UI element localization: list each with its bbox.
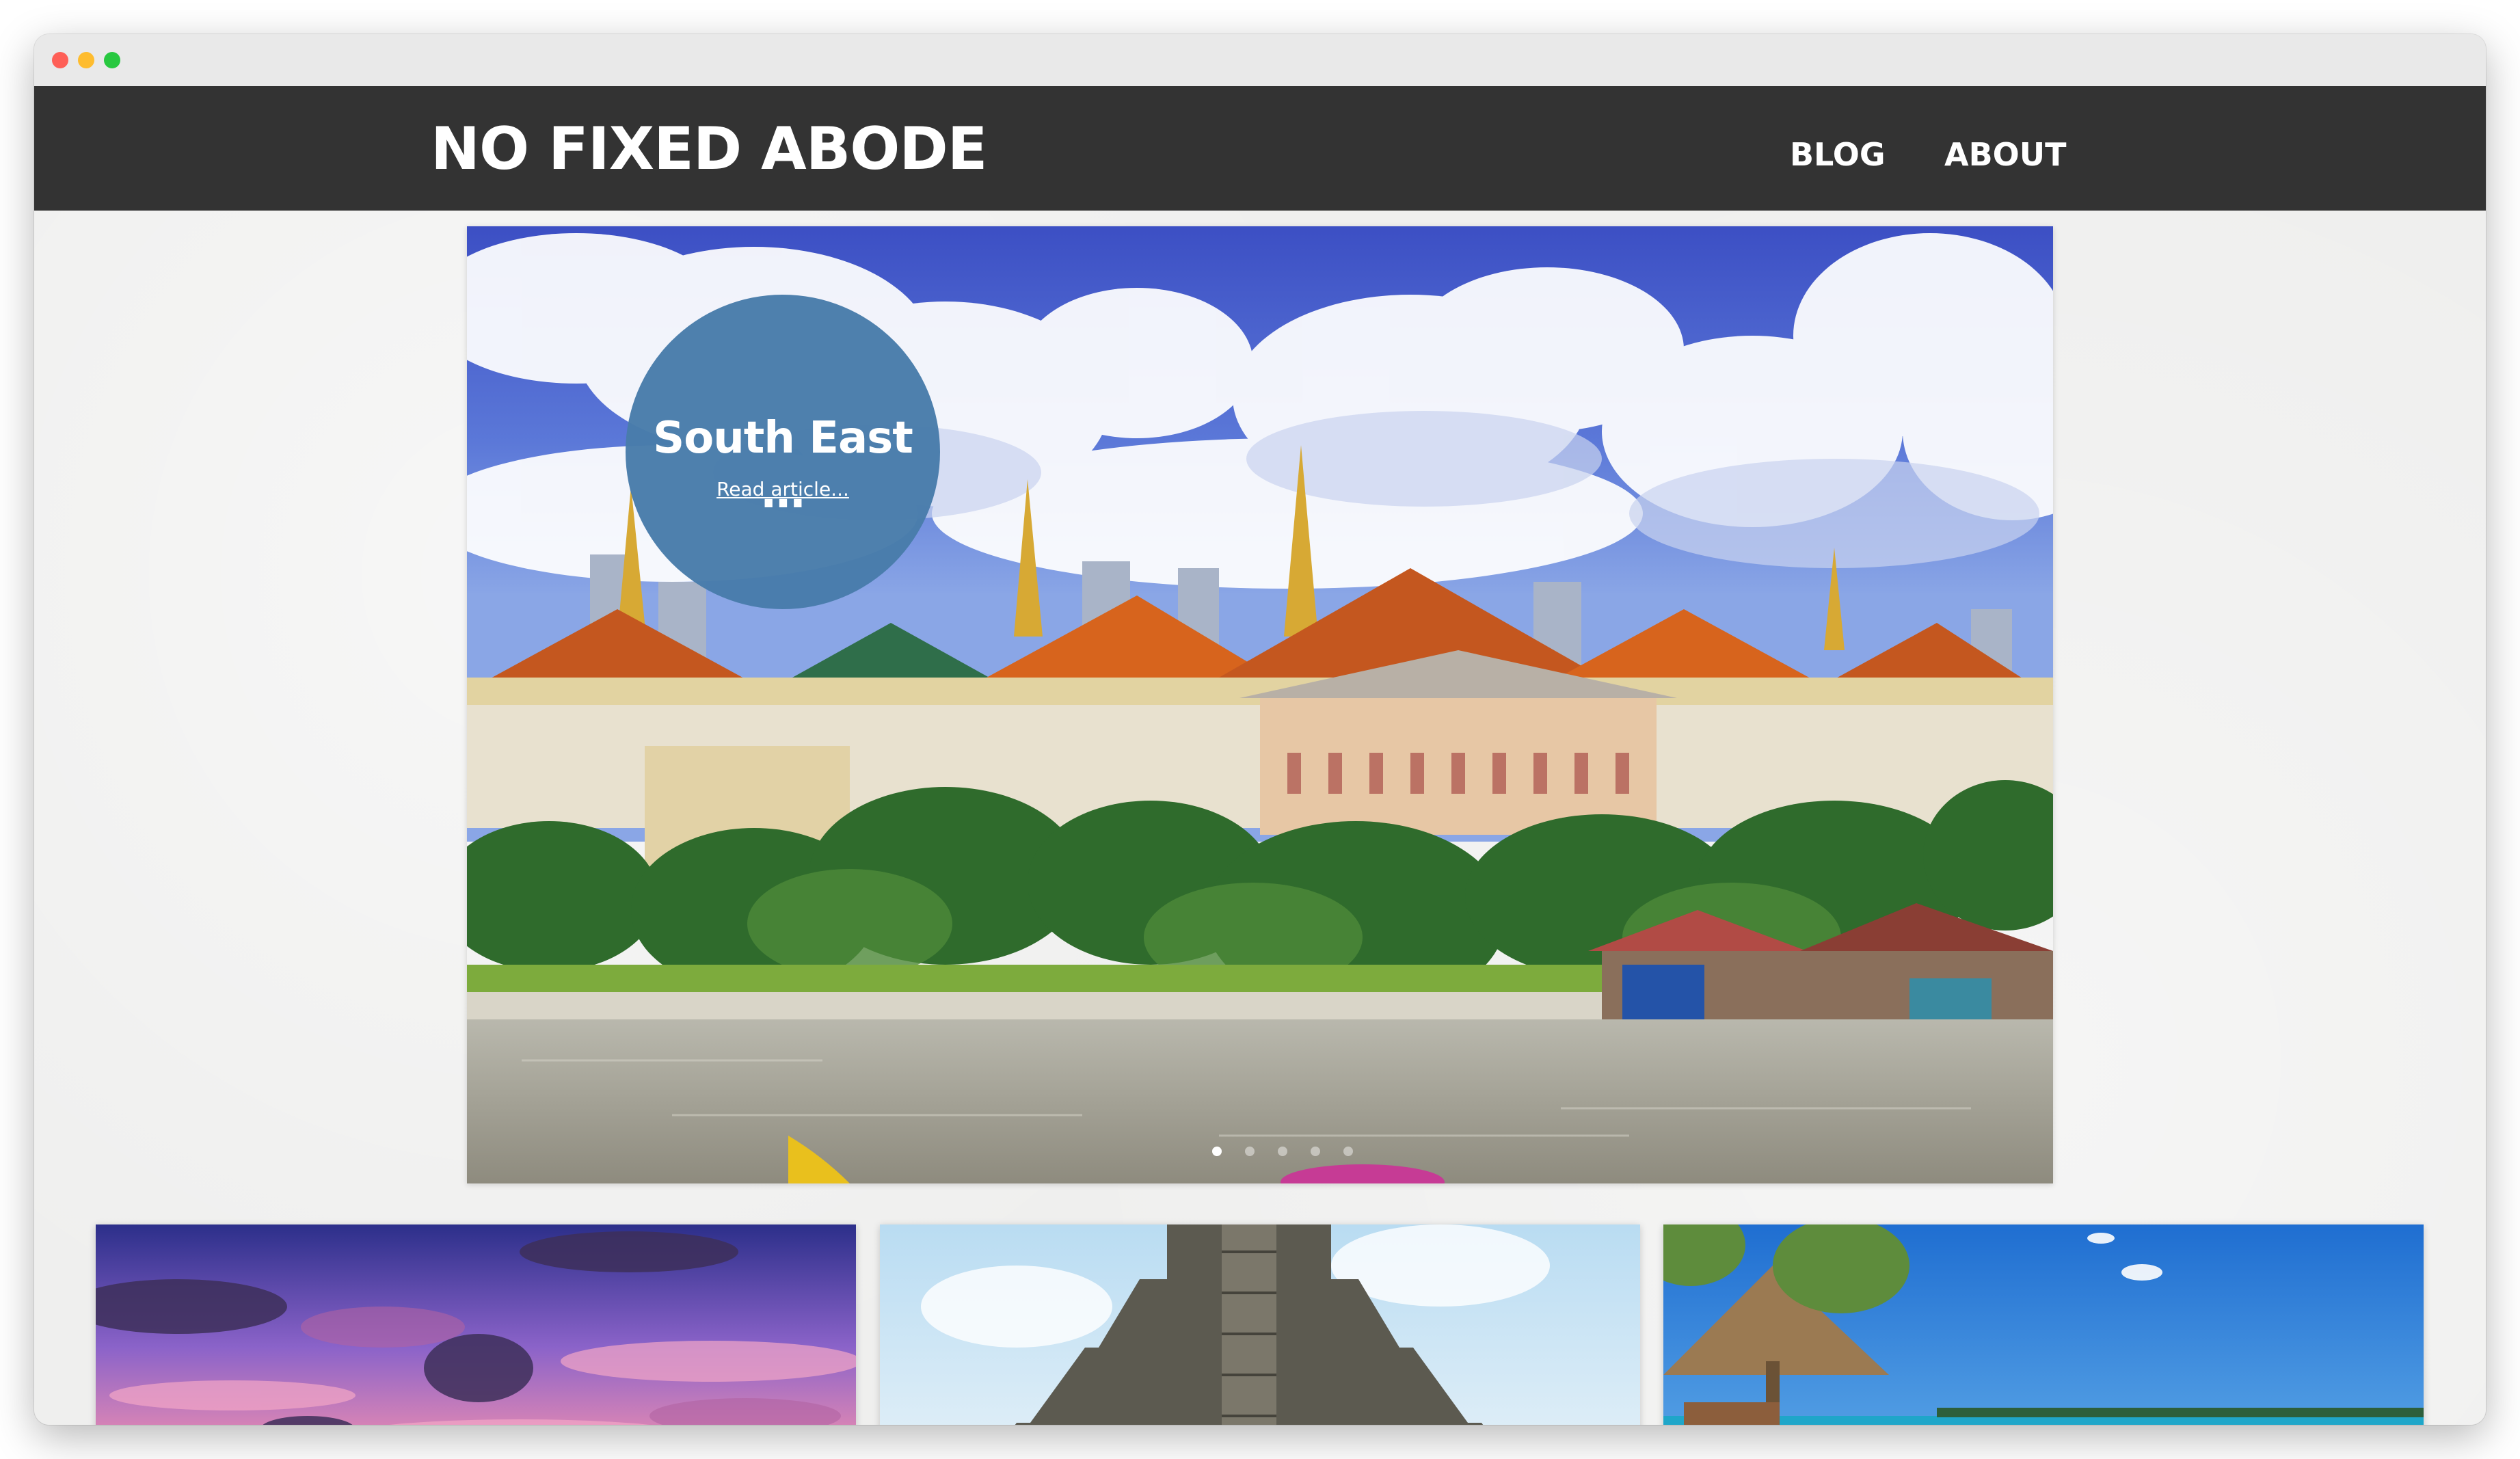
slider-dot[interactable]	[1245, 1147, 1255, 1156]
zoom-window-button[interactable]	[104, 52, 120, 68]
post-card-image	[96, 1224, 856, 1425]
nav-blog-link[interactable]: BLOG	[1790, 135, 1886, 174]
site-title[interactable]: NO FIXED ABODE	[431, 115, 987, 183]
hero-badge[interactable]: South East … Read article...	[626, 295, 940, 609]
post-card-temple[interactable]	[880, 1224, 1640, 1425]
nav-about-link[interactable]: ABOUT	[1944, 135, 2067, 174]
close-window-button[interactable]	[52, 52, 68, 68]
page-content: South East … Read article...	[34, 211, 2486, 1425]
post-card-beach[interactable]	[1663, 1224, 2424, 1425]
slider-dot[interactable]	[1311, 1147, 1320, 1156]
slider-dot[interactable]	[1278, 1147, 1287, 1156]
post-card-image	[880, 1224, 1640, 1425]
browser-window: NO FIXED ABODE BLOG ABOUT South East … R…	[34, 34, 2486, 1425]
post-card-image	[1663, 1224, 2424, 1425]
post-card-sunset[interactable]	[96, 1224, 856, 1425]
slider-dot[interactable]	[1343, 1147, 1353, 1156]
window-titlebar	[34, 34, 2486, 87]
minimize-window-button[interactable]	[78, 52, 94, 68]
site-header: NO FIXED ABODE BLOG ABOUT	[34, 86, 2486, 211]
slider-dot[interactable]	[1212, 1147, 1222, 1156]
read-article-link[interactable]: Read article...	[626, 478, 940, 501]
hero-slider[interactable]: South East … Read article...	[467, 226, 2053, 1183]
hero-article-title[interactable]: South East …	[626, 411, 940, 520]
